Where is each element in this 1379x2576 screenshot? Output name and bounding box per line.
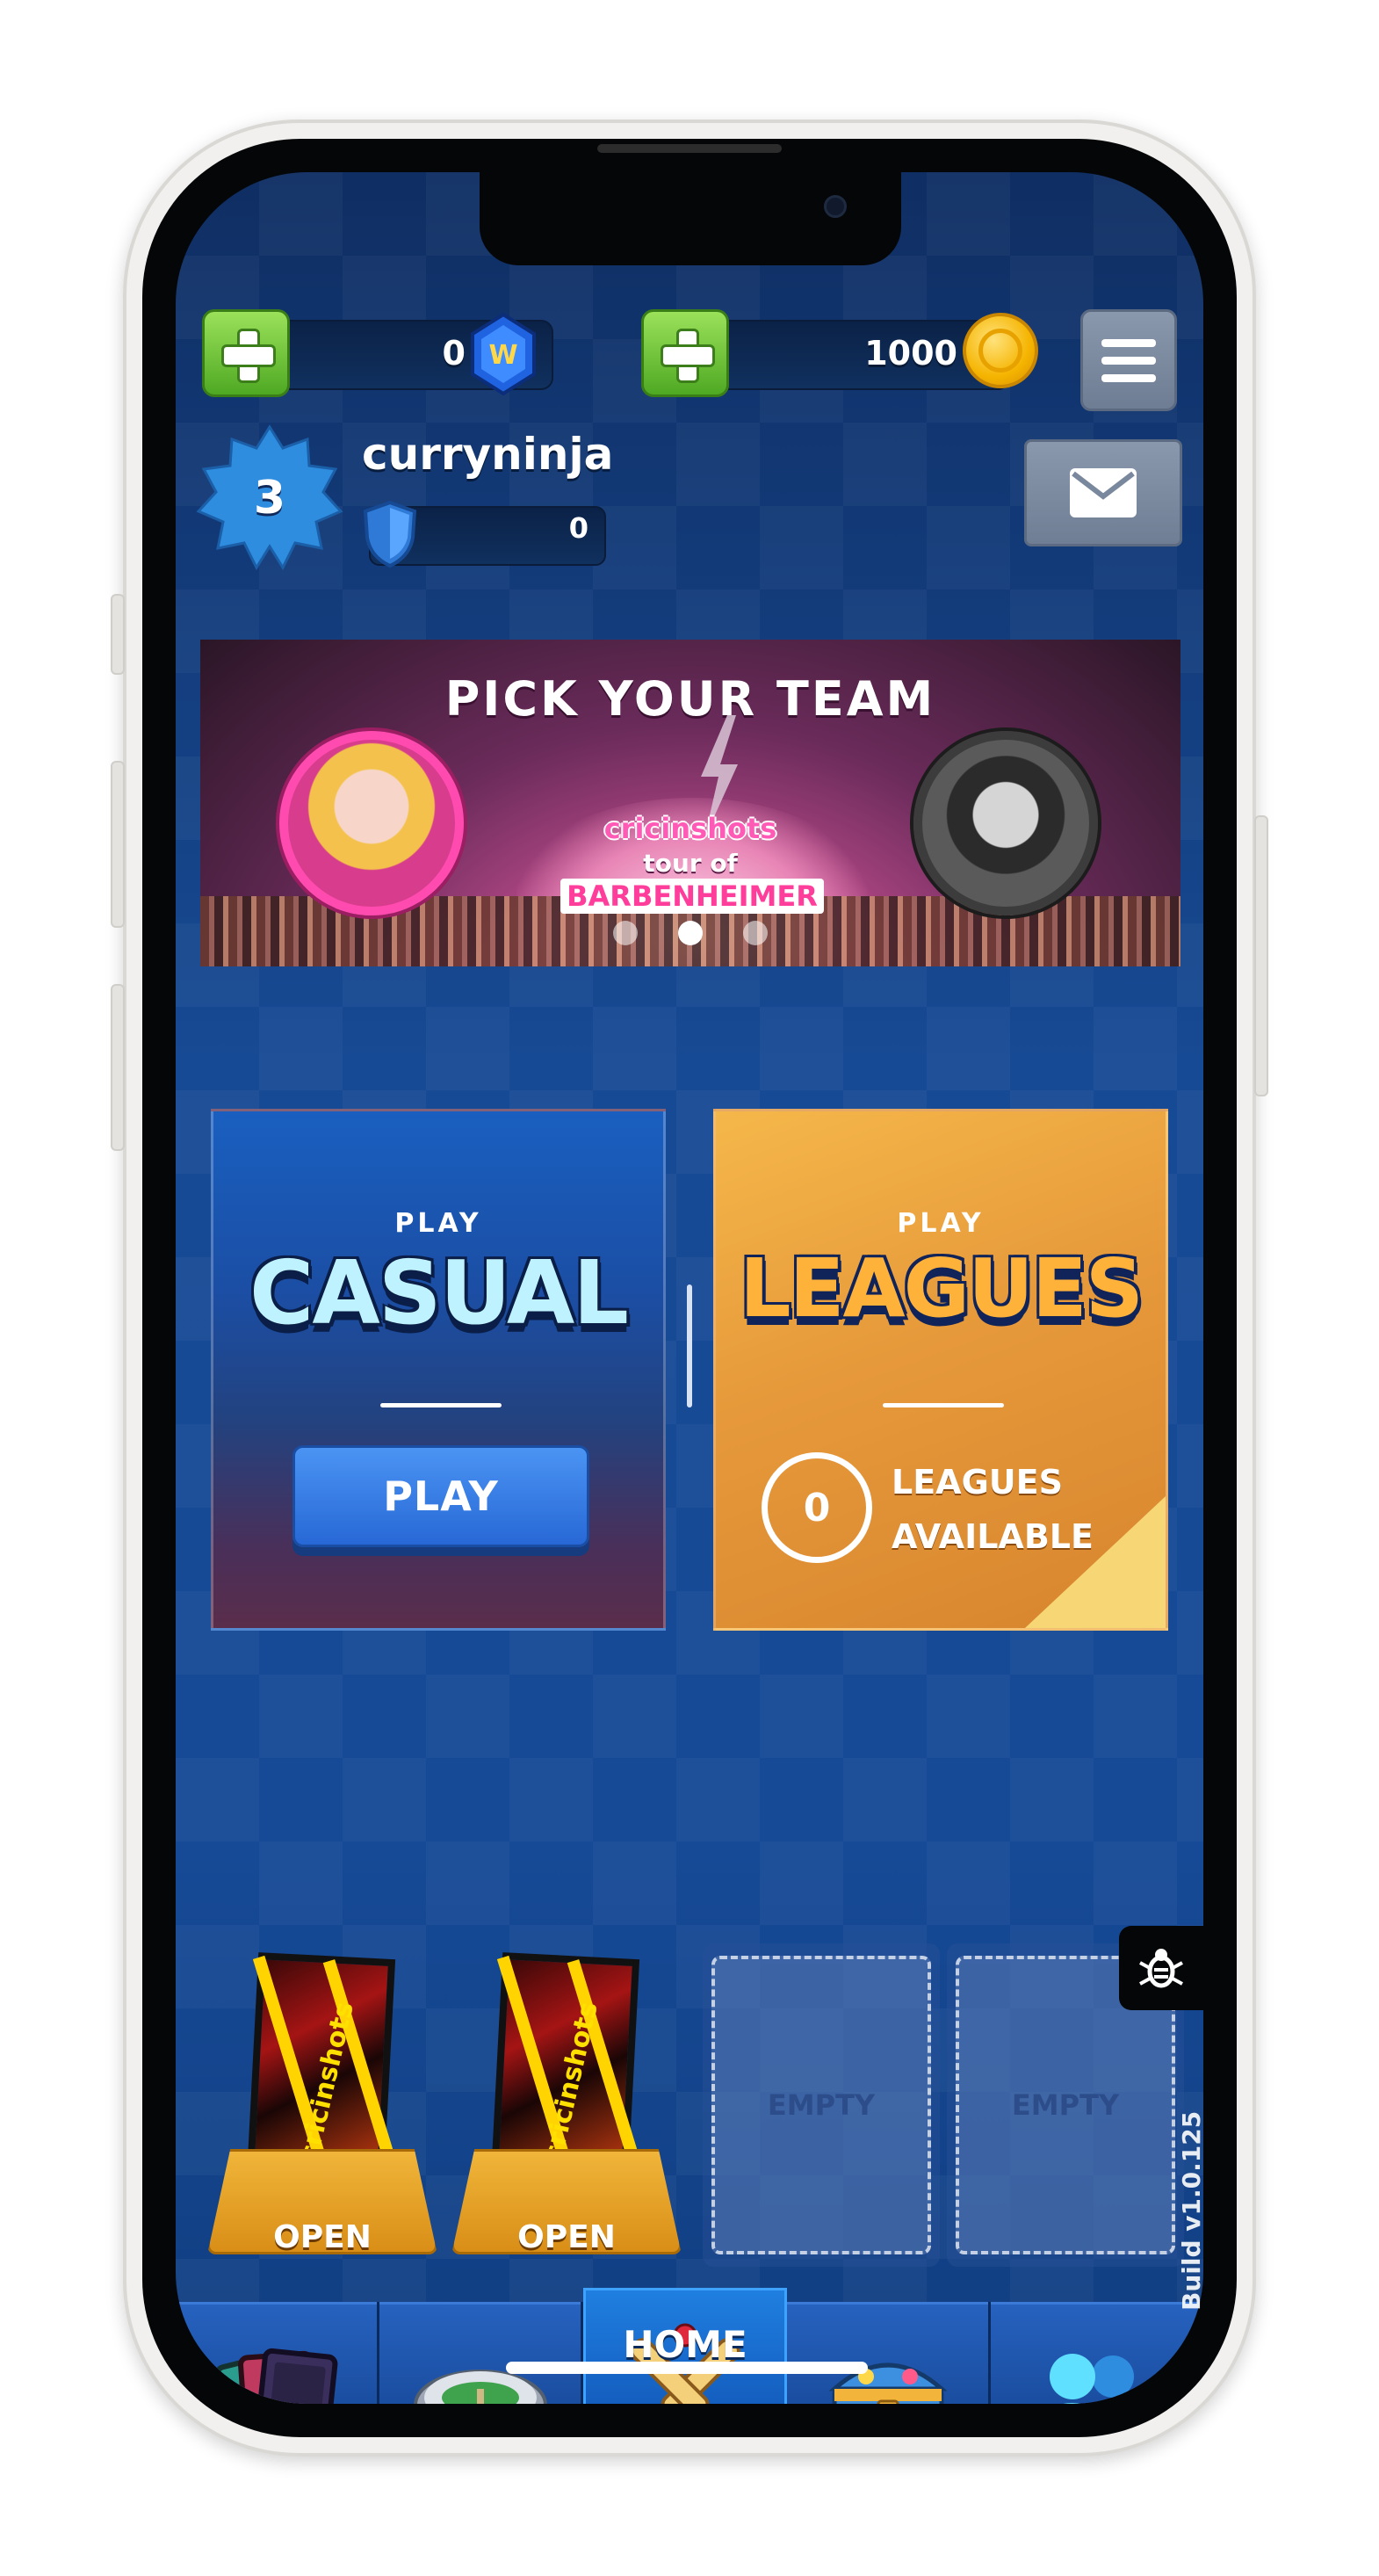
build-version: Build v1.0.125 <box>1177 2110 1206 2311</box>
add-coins-button[interactable] <box>641 309 729 397</box>
stadium-icon <box>413 2370 547 2404</box>
coin-icon <box>963 313 1038 388</box>
username[interactable]: curryninja <box>362 429 613 480</box>
carousel-dot-active[interactable] <box>678 921 703 945</box>
carousel-dot[interactable] <box>613 921 638 945</box>
friends-icon <box>1050 2354 1134 2404</box>
leagues-corner-fold <box>1025 1496 1166 1628</box>
trophy-value: 0 <box>568 511 588 545</box>
coins-panel: 1000 <box>641 309 1063 401</box>
gems-value: 0 <box>442 334 466 373</box>
level-number: 3 <box>253 472 286 525</box>
casual-mode-card[interactable]: PLAY CASUAL PLAY <box>211 1109 666 1631</box>
hamburger-menu-button[interactable] <box>1080 309 1177 411</box>
nav-home-label: HOME <box>623 2323 747 2366</box>
nav-stadium-tab[interactable] <box>379 2302 583 2404</box>
coins-value: 1000 <box>864 334 957 373</box>
pack-slot-2[interactable]: cricinshots OPEN <box>451 1952 682 2255</box>
card-pack: cricinshots <box>491 1952 646 2182</box>
leagues-mode-card[interactable]: PLAY LEAGUES 0 LEAGUES AVAILABLE <box>713 1109 1168 1631</box>
volume-down-button <box>111 984 125 1151</box>
banner-tour-of: tour of <box>643 849 738 878</box>
card-pack: cricinshots <box>247 1952 402 2182</box>
home-indicator-bar[interactable] <box>506 2362 868 2374</box>
menu-line <box>1101 356 1156 365</box>
shield-icon <box>363 500 417 568</box>
casual-play-tag: PLAY <box>394 1208 482 1239</box>
banner-title: PICK YOUR TEAM <box>444 671 936 727</box>
open-pack-button[interactable]: OPEN <box>207 2219 437 2255</box>
mode-card-separator <box>687 1284 692 1407</box>
leagues-line-1: LEAGUES <box>892 1463 1063 1501</box>
carousel-dot[interactable] <box>743 921 768 945</box>
game-screen: 0 W 1000 3 curryninja 0 PICK YOUR TEAM c… <box>176 172 1203 2404</box>
gem-icon-letter: W <box>488 340 517 371</box>
banner-brand: cricinshots <box>603 812 777 845</box>
volume-up-button <box>111 761 125 928</box>
empty-pack-slot-3[interactable]: EMPTY <box>711 1956 931 2254</box>
front-camera <box>824 195 847 218</box>
nav-shop-tab[interactable] <box>787 2302 991 2404</box>
carousel-dots <box>200 921 1180 945</box>
leagues-title: LEAGUES <box>740 1241 1144 1335</box>
earpiece <box>597 144 782 153</box>
event-banner[interactable]: PICK YOUR TEAM cricinshots tour of BARBE… <box>200 640 1180 966</box>
mail-icon <box>1070 468 1137 517</box>
leagues-line-2: AVAILABLE <box>892 1517 1094 1556</box>
casual-divider <box>380 1403 502 1407</box>
nav-cards-tab[interactable] <box>176 2302 379 2404</box>
leagues-divider <box>883 1403 1004 1407</box>
mute-switch <box>111 594 125 675</box>
notch <box>480 172 901 265</box>
menu-line <box>1101 338 1156 347</box>
plus-icon <box>661 329 715 383</box>
open-pack-button[interactable]: OPEN <box>451 2219 682 2255</box>
nav-friends-tab[interactable] <box>991 2302 1195 2404</box>
power-button <box>1254 815 1268 1096</box>
plus-icon <box>221 329 276 383</box>
leagues-count: 0 <box>762 1452 872 1563</box>
cards-icon <box>213 2348 337 2404</box>
menu-line <box>1101 373 1156 382</box>
mail-button[interactable] <box>1024 439 1182 546</box>
gem-icon: W <box>471 313 536 395</box>
banner-tour-name: BARBENHEIMER <box>560 879 824 914</box>
bug-icon <box>1139 1949 1183 1988</box>
casual-title: CASUAL <box>249 1241 629 1344</box>
bug-report-button[interactable] <box>1119 1926 1203 2010</box>
casual-play-button[interactable]: PLAY <box>292 1445 589 1547</box>
leagues-play-tag: PLAY <box>897 1208 985 1239</box>
gems-panel: 0 W <box>202 309 597 401</box>
add-gems-button[interactable] <box>202 309 290 397</box>
pack-slot-1[interactable]: cricinshots OPEN <box>207 1952 437 2255</box>
